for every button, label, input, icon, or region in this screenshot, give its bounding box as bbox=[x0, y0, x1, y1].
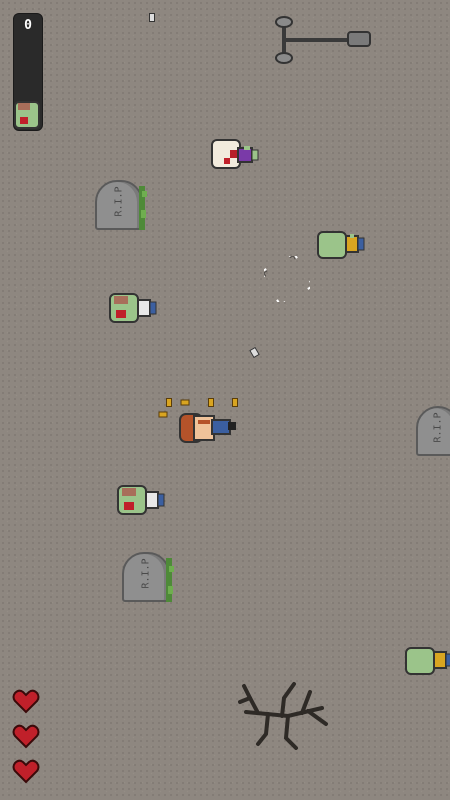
zombie[interactable] bbox=[210, 138, 260, 172]
tombstone-label: R.I.P bbox=[140, 558, 152, 589]
kill-count: 0 bbox=[24, 18, 32, 33]
zombie[interactable] bbox=[116, 484, 166, 518]
bullet-casing bbox=[232, 398, 238, 407]
tombstone-label: R.I.P bbox=[113, 186, 125, 217]
zombie[interactable] bbox=[316, 228, 366, 262]
tombstone: R.I.P bbox=[122, 552, 174, 602]
debris bbox=[149, 13, 155, 22]
tombstone-label: R.I.P bbox=[432, 412, 444, 443]
tombstone: R.I.P bbox=[416, 406, 450, 456]
heart-icon bbox=[12, 689, 40, 714]
lamp-post-icon bbox=[275, 16, 371, 64]
zombie[interactable] bbox=[404, 644, 450, 678]
heart-icon bbox=[12, 724, 40, 749]
crosshair-icon[interactable] bbox=[264, 256, 310, 302]
zombie-head-icon bbox=[14, 101, 40, 129]
debris bbox=[249, 346, 260, 359]
bullet-casing bbox=[158, 411, 168, 418]
tombstone: R.I.P bbox=[95, 180, 147, 230]
dead-tree-icon bbox=[238, 682, 328, 750]
player-character[interactable] bbox=[178, 408, 240, 450]
zombie[interactable] bbox=[108, 292, 158, 326]
heart-icon bbox=[12, 759, 40, 784]
bullet-casing bbox=[180, 399, 190, 406]
bullet-casing bbox=[208, 398, 214, 407]
bullet-casing bbox=[166, 398, 172, 407]
game-stage[interactable]: R.I.P R.I.P R.I.P 0 bbox=[0, 0, 450, 800]
